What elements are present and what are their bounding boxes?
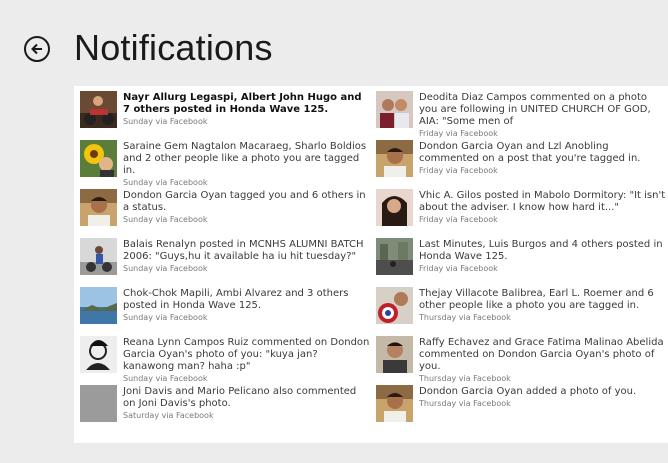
avatar-image xyxy=(376,189,413,226)
notification-message: Balais Renalyn posted in MCNHS ALUMNI BA… xyxy=(123,239,364,262)
notification-item[interactable]: Last Minutes, Luis Burgos and 4 others p… xyxy=(376,238,666,287)
notification-meta: Sunday via Facebook xyxy=(123,313,208,322)
avatar-image xyxy=(80,91,117,128)
notification-item[interactable]: Saraine Gem Nagtalon Macaraeg, Sharlo Bo… xyxy=(80,140,370,189)
avatar-image xyxy=(376,287,413,324)
notification-meta: Sunday via Facebook xyxy=(123,178,208,187)
avatar-image xyxy=(80,140,117,177)
notification-item[interactable]: Dondon Garcia Oyan added a photo of you.… xyxy=(376,385,666,434)
notification-text: Dondon Garcia Oyan tagged you and 6 othe… xyxy=(123,189,370,225)
avatar-image xyxy=(376,91,413,128)
notification-meta: Sunday via Facebook xyxy=(123,374,208,383)
notification-meta: Friday via Facebook xyxy=(419,166,498,175)
notification-message: Chok-Chok Mapili, Ambi Alvarez and 3 oth… xyxy=(123,288,349,311)
notification-meta: Sunday via Facebook xyxy=(123,264,208,273)
notification-item[interactable]: Nayr Allurg Legaspi, Albert John Hugo an… xyxy=(80,91,370,140)
notification-text: Thejay Villacote Balibrea, Earl L. Roeme… xyxy=(419,287,666,323)
notification-item[interactable]: Dondon Garcia Oyan and Lzl Anobling comm… xyxy=(376,140,666,189)
notification-item[interactable]: Vhic A. Gilos posted in Mabolo Dormitory… xyxy=(376,189,666,238)
notification-meta: Thursday via Facebook xyxy=(419,399,511,408)
avatar xyxy=(80,287,117,324)
avatar-image xyxy=(376,385,413,422)
notification-item[interactable]: Raffy Echavez and Grace Fatima Malinao A… xyxy=(376,336,666,385)
notification-item[interactable]: Dondon Garcia Oyan tagged you and 6 othe… xyxy=(80,189,370,238)
notification-meta: Thursday via Facebook xyxy=(419,313,511,322)
avatar-image xyxy=(376,140,413,177)
notification-item[interactable]: Deodita Diaz Campos commented on a photo… xyxy=(376,91,666,140)
notification-message: Dondon Garcia Oyan tagged you and 6 othe… xyxy=(123,190,366,213)
notification-text: Deodita Diaz Campos commented on a photo… xyxy=(419,91,666,139)
notification-message: Deodita Diaz Campos commented on a photo… xyxy=(419,92,651,127)
avatar-image xyxy=(80,385,117,422)
avatar xyxy=(376,238,413,275)
notifications-column-right: Deodita Diaz Campos commented on a photo… xyxy=(376,91,666,434)
notification-text: Saraine Gem Nagtalon Macaraeg, Sharlo Bo… xyxy=(123,140,370,188)
notification-text: Chok-Chok Mapili, Ambi Alvarez and 3 oth… xyxy=(123,287,370,323)
avatar xyxy=(376,189,413,226)
avatar xyxy=(80,385,117,422)
notification-text: Raffy Echavez and Grace Fatima Malinao A… xyxy=(419,336,666,384)
avatar xyxy=(80,140,117,177)
notification-text: Nayr Allurg Legaspi, Albert John Hugo an… xyxy=(123,91,370,127)
avatar xyxy=(80,238,117,275)
notification-message: Raffy Echavez and Grace Fatima Malinao A… xyxy=(419,337,664,372)
notification-text: Last Minutes, Luis Burgos and 4 others p… xyxy=(419,238,666,274)
avatar-image xyxy=(376,336,413,373)
notification-message: Vhic A. Gilos posted in Mabolo Dormitory… xyxy=(419,190,666,213)
notification-meta: Sunday via Facebook xyxy=(123,117,208,126)
avatar-image xyxy=(80,287,117,324)
avatar-image xyxy=(80,238,117,275)
notification-message: Joni Davis and Mario Pelicano also comme… xyxy=(123,386,357,409)
notification-meta: Friday via Facebook xyxy=(419,129,498,138)
notification-message: Nayr Allurg Legaspi, Albert John Hugo an… xyxy=(123,92,362,115)
notification-message: Thejay Villacote Balibrea, Earl L. Roeme… xyxy=(419,288,654,311)
avatar xyxy=(376,140,413,177)
back-button[interactable] xyxy=(24,36,50,62)
notification-message: Dondon Garcia Oyan and Lzl Anobling comm… xyxy=(419,141,641,164)
notifications-column-left: Nayr Allurg Legaspi, Albert John Hugo an… xyxy=(80,91,370,434)
notification-item[interactable]: Chok-Chok Mapili, Ambi Alvarez and 3 oth… xyxy=(80,287,370,336)
avatar xyxy=(376,336,413,373)
avatar xyxy=(80,189,117,226)
avatar xyxy=(376,91,413,128)
notification-text: Dondon Garcia Oyan and Lzl Anobling comm… xyxy=(419,140,666,176)
notification-text: Joni Davis and Mario Pelicano also comme… xyxy=(123,385,370,421)
back-arrow-icon xyxy=(31,43,42,55)
notification-message: Saraine Gem Nagtalon Macaraeg, Sharlo Bo… xyxy=(123,141,367,176)
avatar xyxy=(80,336,117,373)
avatar-image xyxy=(376,238,413,275)
notification-item[interactable]: Reana Lynn Campos Ruiz commented on Dond… xyxy=(80,336,370,385)
notification-item[interactable]: Balais Renalyn posted in MCNHS ALUMNI BA… xyxy=(80,238,370,287)
notification-text: Dondon Garcia Oyan added a photo of you.… xyxy=(419,385,666,409)
notification-meta: Friday via Facebook xyxy=(419,264,498,273)
notification-item[interactable]: Joni Davis and Mario Pelicano also comme… xyxy=(80,385,370,434)
notification-text: Balais Renalyn posted in MCNHS ALUMNI BA… xyxy=(123,238,370,274)
notification-meta: Sunday via Facebook xyxy=(123,215,208,224)
avatar-image xyxy=(80,336,117,373)
notification-message: Reana Lynn Campos Ruiz commented on Dond… xyxy=(123,337,370,372)
avatar xyxy=(376,385,413,422)
notification-item[interactable]: Thejay Villacote Balibrea, Earl L. Roeme… xyxy=(376,287,666,336)
notification-meta: Thursday via Facebook xyxy=(419,374,511,383)
notification-meta: Friday via Facebook xyxy=(419,215,498,224)
page-title: Notifications xyxy=(74,27,273,68)
avatar xyxy=(80,91,117,128)
avatar-image xyxy=(80,189,117,226)
notification-message: Dondon Garcia Oyan added a photo of you. xyxy=(419,386,637,397)
notification-text: Vhic A. Gilos posted in Mabolo Dormitory… xyxy=(419,189,666,225)
notification-meta: Saturday via Facebook xyxy=(123,411,214,420)
notification-text: Reana Lynn Campos Ruiz commented on Dond… xyxy=(123,336,370,384)
notifications-panel: Nayr Allurg Legaspi, Albert John Hugo an… xyxy=(74,86,668,443)
notification-message: Last Minutes, Luis Burgos and 4 others p… xyxy=(419,239,663,262)
avatar xyxy=(376,287,413,324)
